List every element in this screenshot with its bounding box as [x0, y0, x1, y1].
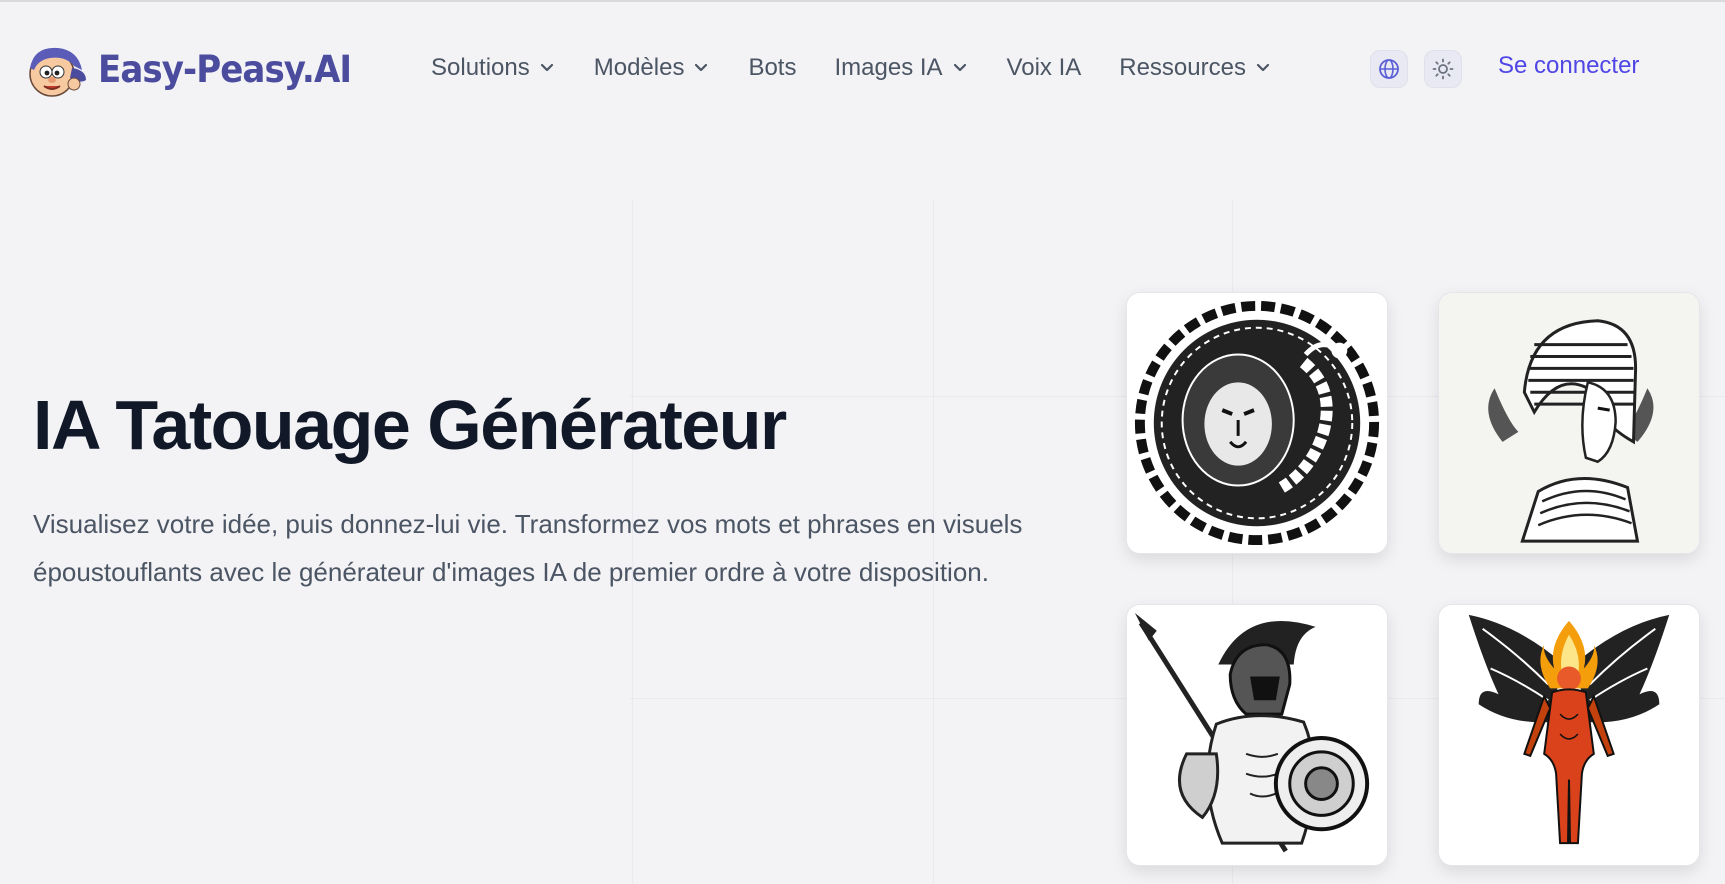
theme-toggle-button[interactable]: [1424, 50, 1462, 88]
brand-logo-link[interactable]: Easy-Peasy.AI: [20, 40, 373, 98]
gallery-image-spartan-warrior[interactable]: [1126, 604, 1388, 866]
mascot-logo-icon: [29, 47, 86, 97]
nav-item-bots[interactable]: Bots: [748, 54, 796, 82]
gallery-image-lion-scorpion[interactable]: [1126, 292, 1388, 554]
nav-item-modeles[interactable]: Modèles: [594, 54, 709, 82]
spartan-warrior-tattoo-image: [1127, 605, 1387, 865]
login-link[interactable]: Se connecter: [1498, 52, 1639, 80]
nav-item-label: Voix IA: [1006, 54, 1082, 81]
nav-item-voix-ia[interactable]: Voix IA: [1007, 54, 1082, 82]
hero-description: Visualisez votre idée, puis donnez-lui v…: [33, 509, 1023, 587]
chevron-down-icon: [695, 63, 708, 72]
globe-icon: [1379, 59, 1399, 79]
lion-scorpion-tattoo-image: [1127, 293, 1387, 553]
nav-item-label: Modèles: [593, 54, 685, 81]
chevron-down-icon: [1256, 63, 1270, 72]
site-header: Easy-Peasy.AI Solutions Modèles Bots Ima…: [0, 0, 1725, 140]
nav-item-label: Solutions: [431, 54, 530, 81]
page-title: IA Tatouage Générateur: [33, 386, 787, 464]
nav-item-ressources[interactable]: Ressources: [1119, 54, 1270, 82]
winged-flame-figure-tattoo-image: [1439, 605, 1699, 865]
nav-item-images-ia[interactable]: Images IA: [834, 54, 966, 82]
chevron-down-icon: [953, 63, 966, 72]
main-nav: Solutions Modèles Bots Images IA Voix IA…: [431, 48, 1270, 88]
language-button[interactable]: [1370, 50, 1408, 88]
nav-item-solutions[interactable]: Solutions: [431, 54, 554, 82]
sun-icon: [1432, 58, 1454, 80]
nav-item-label: Images IA: [834, 54, 943, 81]
egyptian-queen-tattoo-image: [1439, 293, 1699, 553]
brand-name: Easy-Peasy.AI: [98, 47, 352, 91]
gallery-image-egyptian-queen[interactable]: [1438, 292, 1700, 554]
gallery-image-winged-figure[interactable]: [1438, 604, 1700, 866]
chevron-down-icon: [540, 63, 553, 72]
nav-item-label: Ressources: [1119, 54, 1246, 81]
nav-item-label: Bots: [748, 54, 797, 81]
